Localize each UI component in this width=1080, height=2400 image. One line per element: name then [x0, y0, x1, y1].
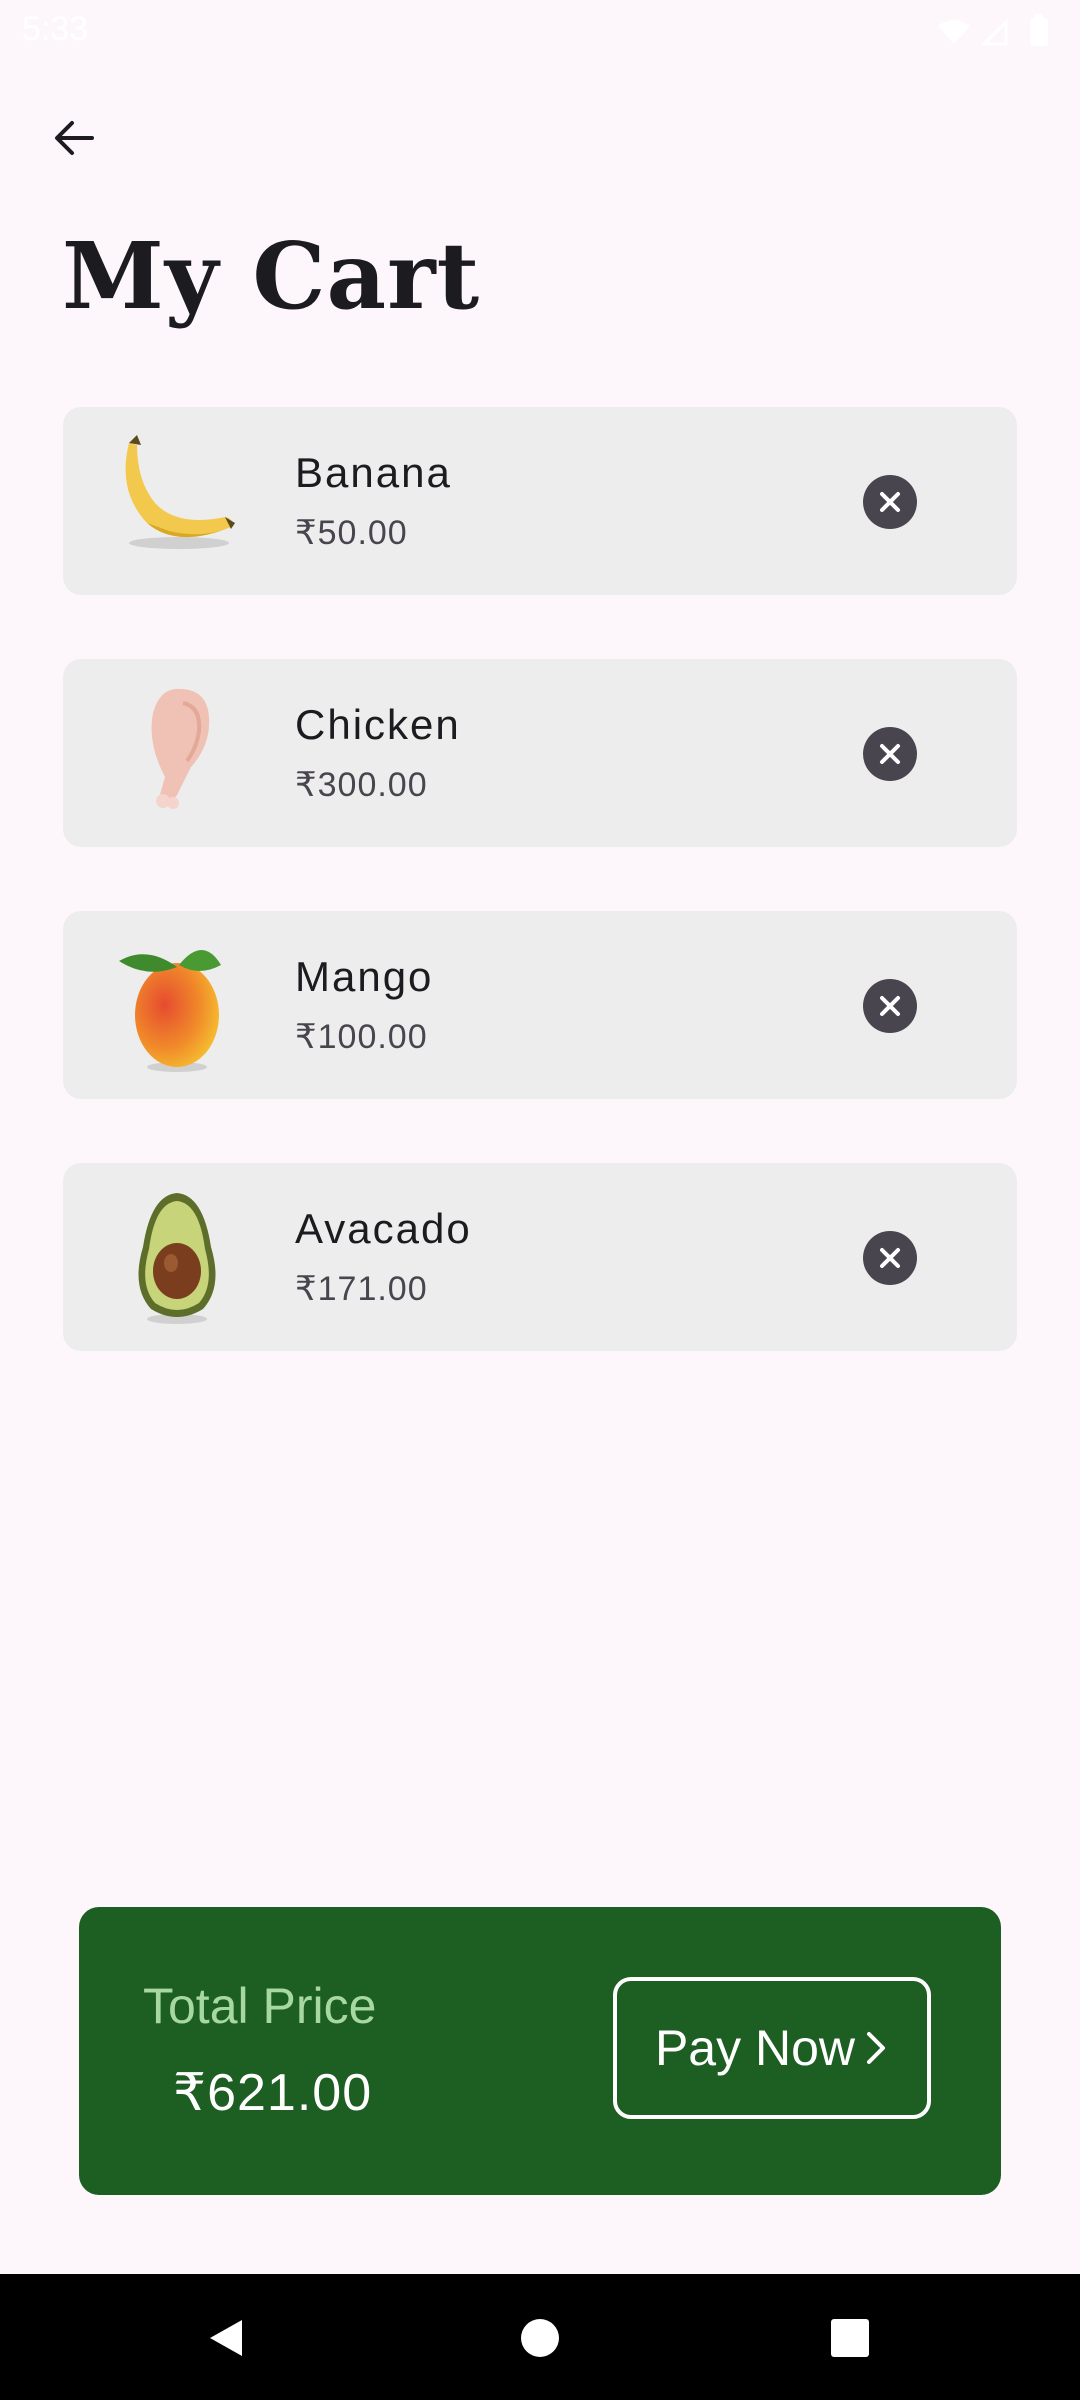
total-price-label: Total Price: [143, 1978, 377, 2034]
arrow-left-icon: [55, 121, 94, 155]
system-nav-bar: [0, 2274, 1080, 2400]
circle-home-icon: [521, 2319, 559, 2357]
item-name: Chicken: [295, 701, 461, 748]
item-price: ₹171.00: [295, 1270, 428, 1308]
item-price: ₹300.00: [295, 766, 428, 804]
item-name: Banana: [295, 449, 452, 496]
cart-item-avocado: Avacado ₹171.00: [63, 1163, 1017, 1351]
item-name: Avacado: [295, 1205, 472, 1252]
back-button[interactable]: [36, 100, 112, 176]
cart-list: Banana ₹50.00 Chicken ₹300.00 Mango ₹100…: [63, 407, 1017, 1415]
remove-item-button[interactable]: [863, 979, 917, 1033]
cart-item-banana: Banana ₹50.00: [63, 407, 1017, 595]
remove-item-button[interactable]: [863, 475, 917, 529]
status-icons: [936, 12, 1056, 52]
wifi-signal-battery-icon: [938, 14, 1048, 46]
remove-item-button[interactable]: [863, 1231, 917, 1285]
pay-now-label: Pay Now: [654, 2020, 856, 2076]
nav-recents-button[interactable]: [822, 2310, 878, 2366]
checkout-card: Total Price ₹621.00 Pay Now: [79, 1907, 1001, 2195]
page-title: My Cart: [62, 222, 481, 330]
status-bar: 5:33: [0, 0, 1080, 64]
cart-screen: 5:33 My Cart Banana ₹50.00 Chicken ₹300.…: [0, 0, 1080, 2400]
banana-image: [107, 431, 247, 571]
remove-item-button[interactable]: [863, 727, 917, 781]
chicken-drumstick-image: [107, 683, 247, 823]
status-time: 5:33: [22, 10, 89, 48]
close-circle-icon: [880, 1248, 900, 1268]
avocado-image: [107, 1187, 247, 1327]
nav-home-button[interactable]: [512, 2310, 568, 2366]
square-recents-icon: [831, 2319, 869, 2357]
pay-now-button[interactable]: Pay Now: [613, 1977, 931, 2119]
item-name: Mango: [295, 953, 434, 1000]
mango-image: [107, 935, 247, 1075]
close-circle-icon: [880, 996, 900, 1016]
total-price-value: ₹621.00: [173, 2064, 373, 2122]
cart-item-mango: Mango ₹100.00: [63, 911, 1017, 1099]
close-circle-icon: [880, 744, 900, 764]
close-circle-icon: [880, 492, 900, 512]
item-price: ₹50.00: [295, 514, 408, 552]
nav-back-button[interactable]: [198, 2310, 254, 2366]
cart-item-chicken: Chicken ₹300.00: [63, 659, 1017, 847]
triangle-back-icon: [210, 2320, 242, 2356]
item-price: ₹100.00: [295, 1018, 428, 1056]
chevron-right-icon: [863, 2028, 889, 2068]
